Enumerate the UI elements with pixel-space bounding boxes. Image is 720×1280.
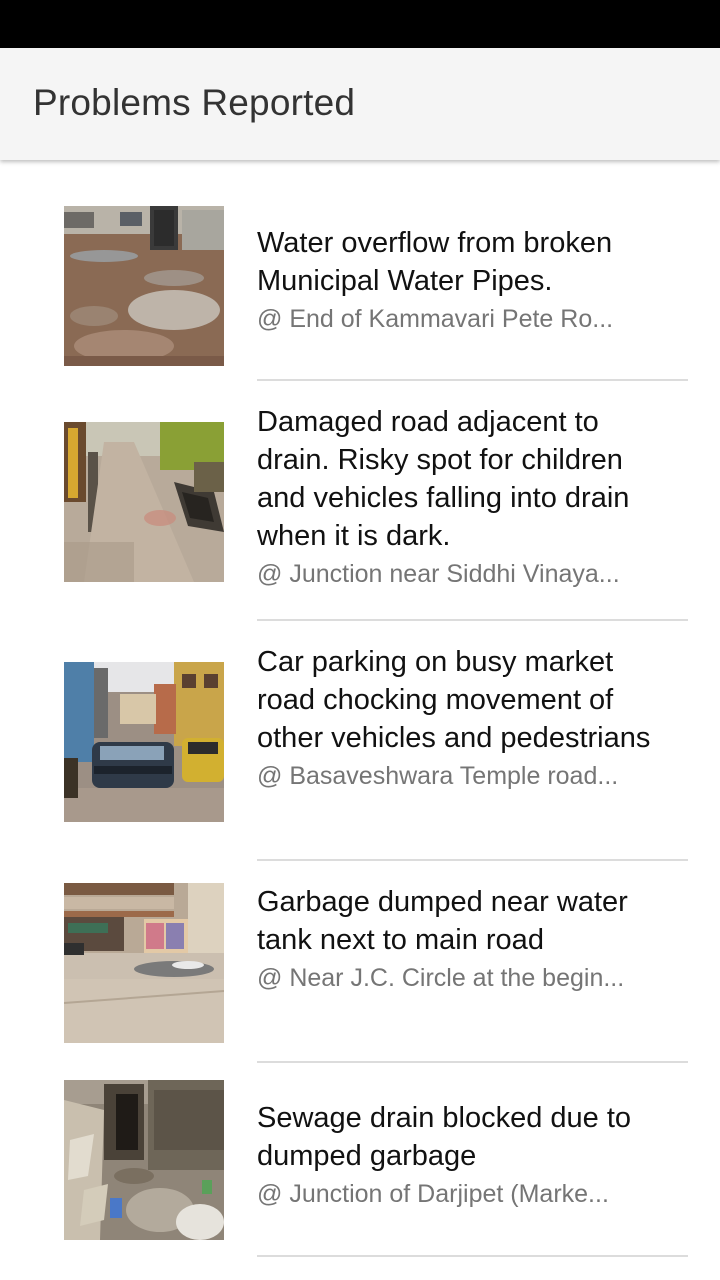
- sewage-drain-photo: [64, 1080, 224, 1240]
- garbage-dump-photo: [64, 883, 224, 1043]
- problem-thumbnail[interactable]: [64, 1080, 224, 1240]
- list-item[interactable]: Damaged road adjacent to drain. Risky sp…: [0, 381, 720, 621]
- app-bar: Problems Reported: [0, 48, 720, 160]
- problem-thumbnail[interactable]: [64, 206, 224, 366]
- list-item[interactable]: Car parking on busy market road chocking…: [0, 621, 720, 861]
- problems-list[interactable]: Water overflow from broken Municipal Wat…: [0, 160, 720, 1280]
- problem-location: @ Near J.C. Circle at the begin...: [257, 964, 625, 992]
- divider: [257, 1255, 688, 1257]
- problem-title: Water overflow from broken Municipal Wat…: [257, 227, 613, 297]
- water-overflow-photo: [64, 206, 224, 366]
- problem-title: Garbage dumped near water tank next to m…: [257, 886, 628, 956]
- problem-location: @ End of Kammavari Pete Ro...: [257, 305, 614, 333]
- problem-title: Sewage drain blocked due to dumped garba…: [257, 1102, 632, 1172]
- page-title: Problems Reported: [33, 82, 356, 123]
- problem-thumbnail[interactable]: [64, 422, 224, 582]
- problem-location: @ Junction near Siddhi Vinaya...: [257, 560, 620, 588]
- problem-thumbnail[interactable]: [64, 883, 224, 1043]
- status-bar: [0, 0, 720, 48]
- list-item[interactable]: Sewage drain blocked due to dumped garba…: [0, 1063, 720, 1257]
- car-parking-photo: [64, 662, 224, 822]
- problem-title: Damaged road adjacent to drain. Risky sp…: [257, 406, 630, 552]
- problem-thumbnail[interactable]: [64, 662, 224, 822]
- problem-location: @ Basaveshwara Temple road...: [257, 762, 619, 790]
- problem-title: Car parking on busy market road chocking…: [257, 646, 651, 754]
- damaged-road-photo: [64, 422, 224, 582]
- problem-location: @ Junction of Darjipet (Marke...: [257, 1180, 609, 1208]
- list-item[interactable]: Water overflow from broken Municipal Wat…: [0, 160, 720, 382]
- list-item[interactable]: Garbage dumped near water tank next to m…: [0, 861, 720, 1063]
